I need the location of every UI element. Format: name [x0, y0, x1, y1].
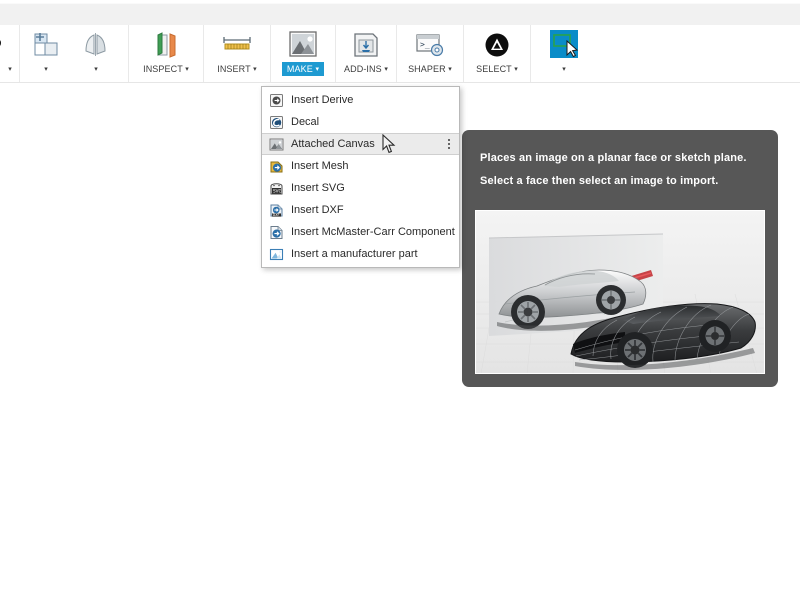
3d-print-icon: [350, 29, 382, 61]
tooltip-line-2: Select a face then select an image to im…: [480, 175, 719, 187]
insert-svg-icon: SVG: [269, 181, 284, 196]
insert-label: MAKE ▾: [281, 62, 325, 76]
top-band-sheen: [0, 3, 800, 4]
mouse-cursor-icon: [382, 134, 396, 154]
insert-dxf-icon: DXF: [269, 203, 284, 218]
insert-dropdown-menu: Insert Derive Decal Attached Canvas Inse…: [261, 86, 460, 268]
svg-text:>_: >_: [420, 40, 430, 49]
ribbon-tool-assemble[interactable]: ▾: [68, 25, 124, 82]
ribbon-group-insert: MAKE ▾: [271, 25, 336, 82]
tooltip-preview-image: [475, 210, 765, 374]
make-label: ADD-INS ▾: [344, 64, 388, 74]
inspect-label: INSERT ▾: [217, 64, 257, 74]
menu-item-label: Attached Canvas: [291, 138, 375, 150]
menu-item-decal[interactable]: Decal: [262, 111, 459, 133]
ribbon-tool-insert[interactable]: MAKE ▾: [275, 25, 331, 82]
ribbon-group-make: ADD-INS ▾: [336, 25, 397, 82]
joint-mirror-icon: [80, 29, 112, 61]
menu-item-attached-canvas[interactable]: Attached Canvas: [262, 133, 459, 155]
ribbon-tool-select[interactable]: ▾: [535, 25, 593, 82]
ribbon-group-inspect: INSERT ▾: [204, 25, 271, 82]
ribbon-tool-addins[interactable]: >_ SHAPER ▾: [401, 25, 459, 82]
clipped-tool-caret: ▾: [8, 66, 12, 73]
offset-plane-icon: [150, 29, 182, 61]
insert-image-icon: [287, 29, 319, 61]
insert-derive-icon: [269, 93, 284, 108]
ribbon-tool-new-component[interactable]: ▾: [24, 25, 68, 82]
menu-item-label: Insert DXF: [291, 204, 344, 216]
top-gray-band: [0, 3, 800, 25]
menu-item-label: Insert Mesh: [291, 160, 349, 172]
menu-item-insert-svg[interactable]: SVG Insert SVG: [262, 177, 459, 199]
decal-icon: [269, 115, 284, 130]
ribbon-group-shaper: SELECT ▾: [464, 25, 531, 82]
clipped-tool[interactable]: ▾: [0, 25, 19, 82]
new-component-caret: ▾: [44, 66, 48, 73]
assemble-label: ▾: [94, 66, 98, 73]
menu-item-label: Insert SVG: [291, 182, 345, 194]
measure-ruler-icon: [221, 29, 253, 61]
overflow-dots-icon[interactable]: [448, 139, 450, 149]
ribbon-group-select: ▾: [531, 25, 597, 82]
tooltip-line-1: Places an image on a planar face or sket…: [480, 152, 747, 164]
new-component-icon: [30, 29, 62, 61]
ribbon-group-addins: >_ SHAPER ▾: [397, 25, 464, 82]
select-cursor-icon: [548, 29, 580, 61]
manufacturer-part-icon: [269, 247, 284, 262]
select-label: ▾: [562, 66, 566, 73]
application-window: ▾ ▾ ▾ INSPECT ▾ INSERT ▾ MAKE ▾ ADD-INS …: [0, 0, 800, 600]
ribbon-group-assemble: ▾ ▾: [20, 25, 129, 82]
menu-item-label: Insert Derive: [291, 94, 354, 106]
shaper-triangle-icon: [481, 29, 513, 61]
menu-item-label: Insert a manufacturer part: [291, 248, 418, 260]
ribbon-group-construct: INSPECT ▾: [129, 25, 204, 82]
ribbon-group-clipped: ▾: [0, 25, 20, 82]
construct-label: INSPECT ▾: [143, 64, 189, 74]
menu-item-label: Insert McMaster-Carr Component: [291, 226, 455, 238]
clipped-tool-icon: [0, 29, 19, 61]
menu-item-insert-dxf[interactable]: DXF Insert DXF: [262, 199, 459, 221]
menu-item-label: Decal: [291, 116, 320, 128]
ribbon-tool-shaper[interactable]: SELECT ▾: [468, 25, 526, 82]
ribbon-tool-construct[interactable]: INSPECT ▾: [133, 25, 199, 82]
ribbon-toolbar: ▾ ▾ ▾ INSPECT ▾ INSERT ▾ MAKE ▾ ADD-INS …: [0, 25, 800, 83]
insert-mesh-icon: [269, 159, 284, 174]
attached-canvas-icon: [269, 137, 284, 152]
svg-text:DXF: DXF: [273, 213, 280, 217]
menu-item-insert-mcmaster-carr-component[interactable]: Insert McMaster-Carr Component: [262, 221, 459, 243]
ribbon-tool-make[interactable]: ADD-INS ▾: [340, 25, 392, 82]
mcmaster-carr-icon: [269, 225, 284, 240]
menu-item-insert-derive[interactable]: Insert Derive: [262, 89, 459, 111]
addins-label: SHAPER ▾: [408, 64, 452, 74]
shaper-label: SELECT ▾: [476, 64, 518, 74]
ribbon-bottom-border: [0, 82, 800, 83]
menu-item-insert-mesh[interactable]: Insert Mesh: [262, 155, 459, 177]
menu-item-insert-manufacturer-part[interactable]: Insert a manufacturer part: [262, 243, 459, 265]
scripts-addins-icon: >_: [414, 29, 446, 61]
ribbon-tool-inspect[interactable]: INSERT ▾: [208, 25, 266, 82]
svg-text:SVG: SVG: [273, 188, 282, 193]
insert-tooltip-card: Places an image on a planar face or sket…: [462, 130, 778, 387]
